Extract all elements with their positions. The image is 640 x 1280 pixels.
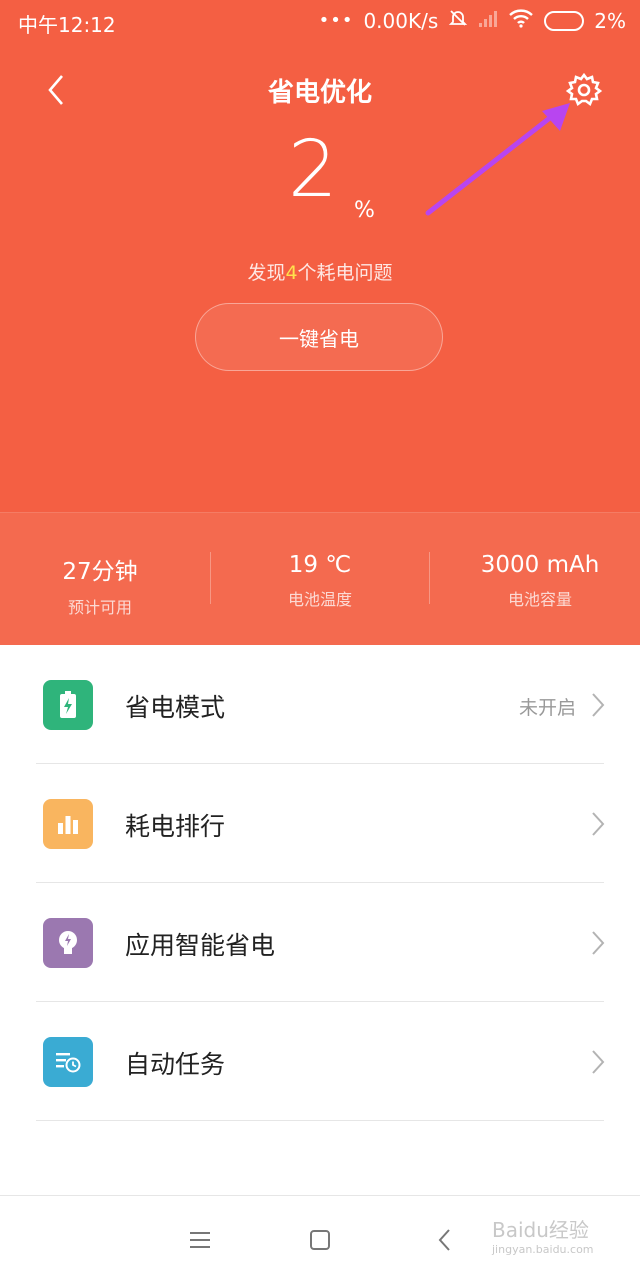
battery-charge-icon xyxy=(43,680,93,730)
menu-item-label: 耗电排行 xyxy=(125,812,226,841)
stat-capacity: 3000 mAh 电池容量 xyxy=(440,552,640,610)
clock-list-icon xyxy=(43,1037,93,1087)
stat-divider xyxy=(429,552,430,604)
hamburger-icon xyxy=(190,1232,210,1248)
back-chevron-icon xyxy=(438,1229,450,1251)
wifi-icon xyxy=(508,8,534,33)
menu-nav-button[interactable] xyxy=(180,1220,220,1260)
one-key-optimize-button[interactable]: 一键省电 xyxy=(195,303,443,371)
lightbulb-icon xyxy=(43,918,93,968)
signal-icon xyxy=(478,9,498,33)
row-divider xyxy=(36,1120,604,1121)
stat-value: 3000 mAh xyxy=(480,552,600,578)
menu-item-label: 自动任务 xyxy=(125,1050,226,1079)
more-dots: ••• xyxy=(318,10,354,31)
issues-suffix: 个耗电问题 xyxy=(297,262,393,284)
chevron-right-icon xyxy=(592,693,605,717)
stat-divider xyxy=(210,552,211,604)
issues-count: 4 xyxy=(285,262,298,284)
watermark-url: jingyan.baidu.com xyxy=(492,1243,594,1256)
menu-item-app-smart-saving[interactable]: 应用智能省电 xyxy=(0,883,640,1001)
issues-prefix: 发现 xyxy=(247,262,286,284)
network-speed: 0.00K/s xyxy=(363,8,439,33)
bar-chart-icon xyxy=(43,799,93,849)
battery-icon xyxy=(544,10,585,31)
watermark-text: Baidu经验 xyxy=(492,1218,589,1242)
chevron-right-icon xyxy=(592,931,605,955)
menu-item-power-saving-mode[interactable]: 省电模式 未开启 xyxy=(0,645,640,763)
stat-remaining-time: 27分钟 预计可用 xyxy=(0,552,200,618)
menu-item-label: 应用智能省电 xyxy=(125,931,276,960)
battery-level-unit: % xyxy=(354,198,375,223)
status-time: 中午12:12 xyxy=(18,13,116,37)
menu-item-label: 省电模式 xyxy=(125,693,226,722)
stat-label: 预计可用 xyxy=(67,598,132,617)
stat-label: 电池容量 xyxy=(507,590,572,609)
back-nav-button[interactable] xyxy=(425,1220,465,1260)
status-icons: ••• 0.00K/s 2% xyxy=(319,8,626,33)
stat-value: 19 ℃ xyxy=(288,552,352,578)
battery-level-value: 2 xyxy=(288,125,338,215)
menu-item-auto-tasks[interactable]: 自动任务 xyxy=(0,1002,640,1120)
stat-label: 电池温度 xyxy=(287,590,352,609)
system-nav-bar: Baidu经验 jingyan.baidu.com xyxy=(0,1195,640,1280)
stat-temperature: 19 ℃ 电池温度 xyxy=(220,552,420,610)
menu-item-value: 未开启 xyxy=(518,697,576,719)
menu-item-power-ranking[interactable]: 耗电排行 xyxy=(0,764,640,882)
status-bar: 中午12:12 ••• 0.00K/s 2% xyxy=(0,0,640,44)
watermark: Baidu经验 jingyan.baidu.com xyxy=(492,1214,594,1256)
mute-bell-icon xyxy=(448,8,468,33)
arrow-annotation xyxy=(425,103,570,216)
issues-summary: 发现4个耗电问题 xyxy=(0,258,640,285)
home-square-icon xyxy=(310,1230,330,1250)
stat-value: 27分钟 xyxy=(62,559,138,585)
battery-percent: 2% xyxy=(594,8,626,33)
chevron-right-icon xyxy=(592,1050,605,1074)
chevron-right-icon xyxy=(592,812,605,836)
home-nav-button[interactable] xyxy=(300,1220,340,1260)
